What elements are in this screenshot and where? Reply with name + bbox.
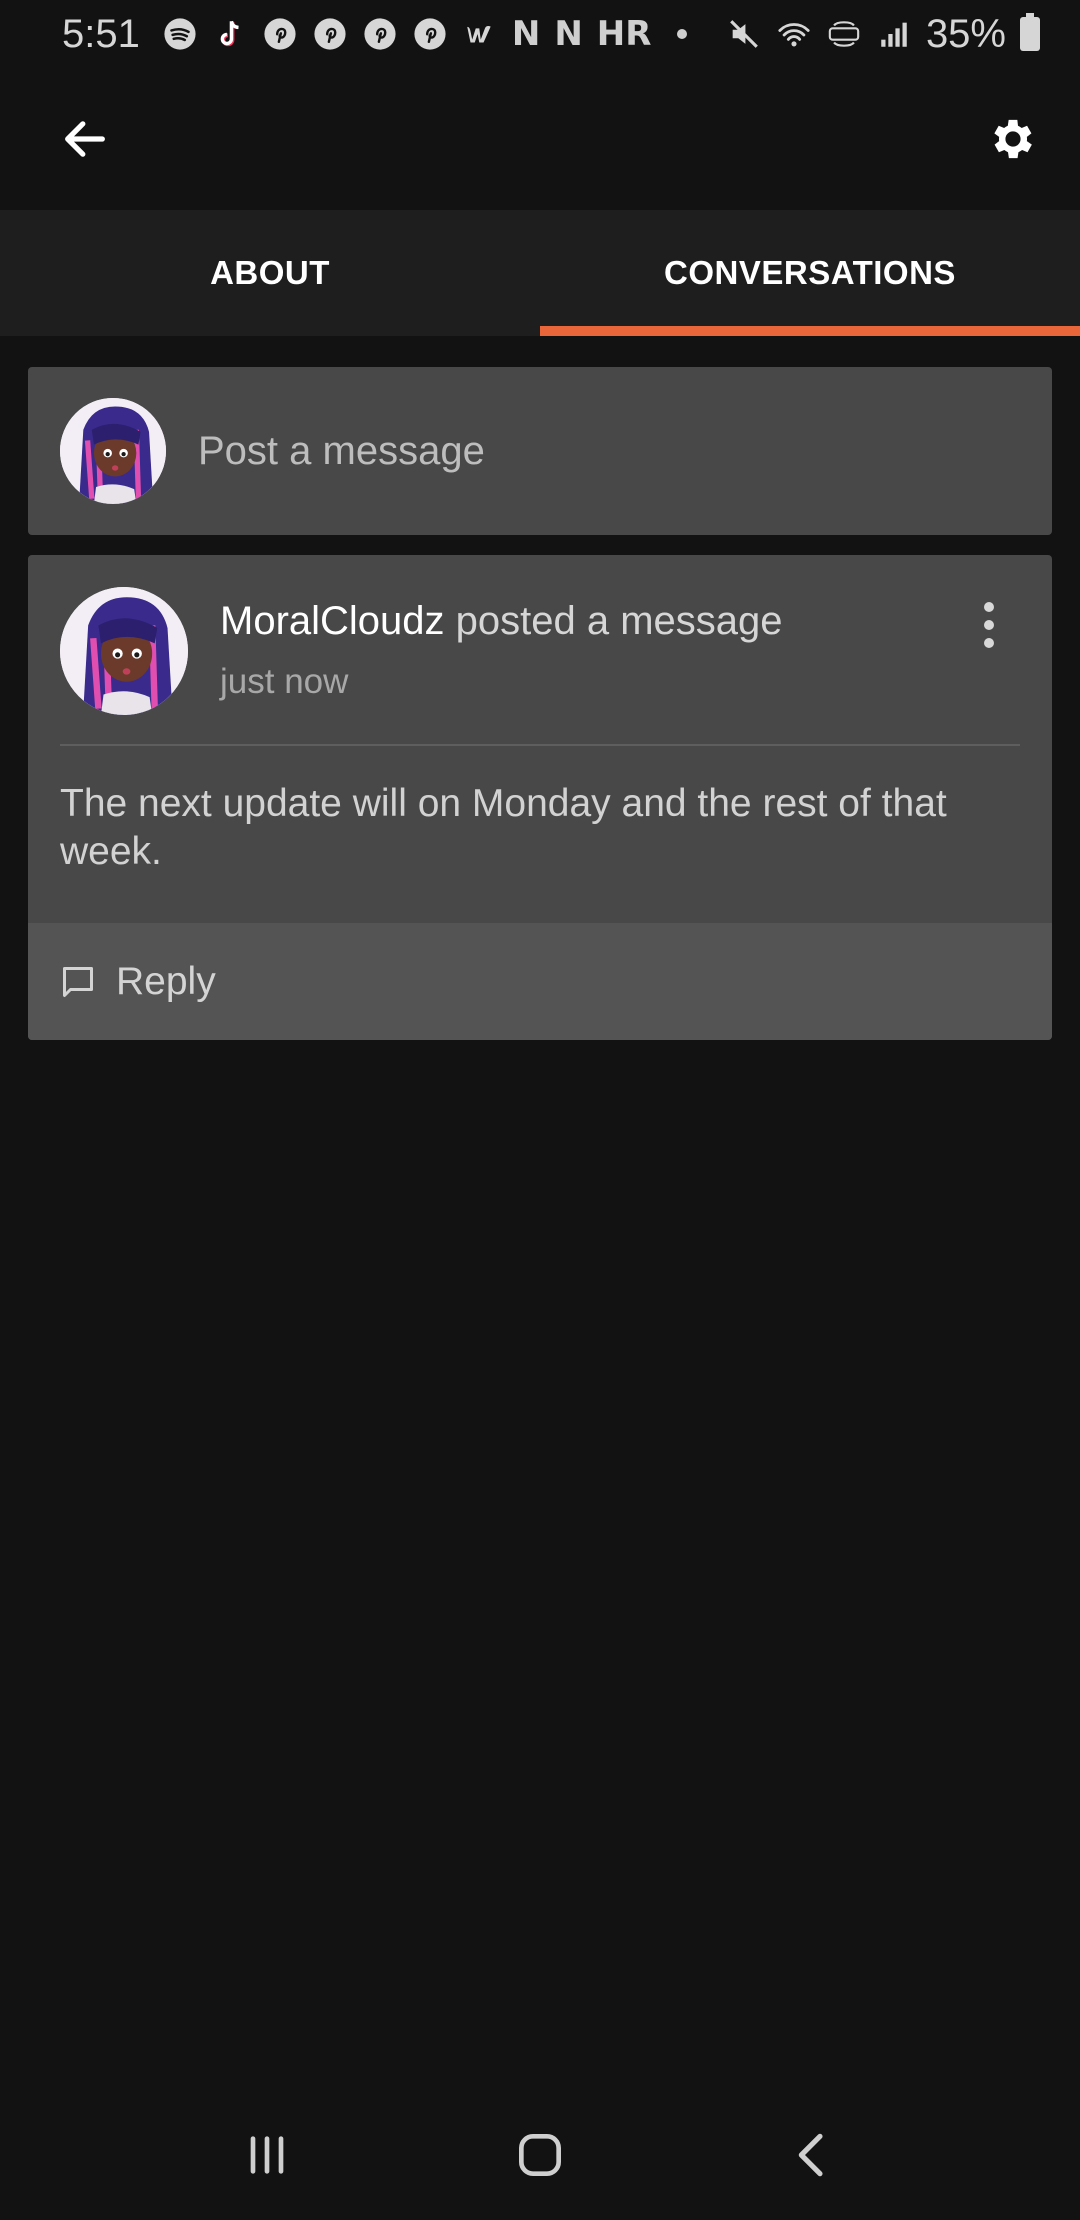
reply-label: Reply xyxy=(116,959,216,1003)
pinterest-icon xyxy=(412,16,448,52)
post-message-input[interactable]: Post a message xyxy=(198,429,485,474)
system-nav-bar xyxy=(0,2090,1080,2220)
post-timestamp: just now xyxy=(220,662,349,701)
post-header: MoralCloudz posted a message just now xyxy=(60,587,1020,717)
avatar xyxy=(60,398,166,504)
status-time: 5:51 xyxy=(62,11,140,56)
tiktok-icon xyxy=(212,16,248,52)
reply-button[interactable]: Reply xyxy=(60,960,216,1004)
tab-about[interactable]: ABOUT xyxy=(0,210,540,336)
volte-icon xyxy=(826,16,862,52)
pinterest-icon xyxy=(262,16,298,52)
wifi-icon xyxy=(776,16,812,52)
status-bar-left: 5:51 N N HR xyxy=(62,11,688,57)
tab-bar: ABOUT CONVERSATIONS xyxy=(0,210,1080,336)
netflix-icon: N xyxy=(554,14,583,54)
signal-icon xyxy=(876,16,912,52)
comment-icon xyxy=(63,966,93,997)
back-icon[interactable] xyxy=(763,2115,863,2195)
post-footer: Reply xyxy=(28,923,1052,1040)
back-arrow-icon[interactable] xyxy=(46,100,124,178)
hr-icon: HR xyxy=(596,14,652,54)
post-action-text: posted a message xyxy=(455,599,783,643)
recent-apps-icon[interactable] xyxy=(217,2115,317,2195)
author-avatar[interactable] xyxy=(60,587,188,715)
more-options-icon[interactable] xyxy=(964,595,1014,655)
battery-icon xyxy=(1020,13,1040,51)
screen: 5:51 N N HR 35% ABOUT CONVERSATIONS Post… xyxy=(0,0,1080,2220)
post-meta: MoralCloudz posted a message just now xyxy=(220,599,783,702)
pinterest-icon xyxy=(312,16,348,52)
post-title: MoralCloudz posted a message xyxy=(220,599,783,644)
home-icon[interactable] xyxy=(490,2115,590,2195)
post-composer[interactable]: Post a message xyxy=(28,367,1052,535)
gear-icon[interactable] xyxy=(974,100,1052,178)
more-dot-icon xyxy=(677,29,688,39)
status-bar: 5:51 N N HR 35% xyxy=(0,0,1080,68)
pinterest-icon xyxy=(362,16,398,52)
conversation-post: MoralCloudz posted a message just now Th… xyxy=(28,555,1052,1040)
post-author-name[interactable]: MoralCloudz xyxy=(220,599,445,643)
mute-icon xyxy=(726,16,762,52)
spotify-icon xyxy=(162,16,198,52)
wattpad-icon xyxy=(462,16,498,52)
toolbar xyxy=(0,68,1080,210)
divider xyxy=(60,744,1020,746)
post-body: The next update will on Monday and the r… xyxy=(60,782,947,873)
status-bar-right: 35% xyxy=(726,12,1040,57)
netflix-icon: N xyxy=(511,14,541,54)
tab-conversations[interactable]: CONVERSATIONS xyxy=(540,210,1080,336)
battery-percent: 35% xyxy=(925,11,1006,56)
